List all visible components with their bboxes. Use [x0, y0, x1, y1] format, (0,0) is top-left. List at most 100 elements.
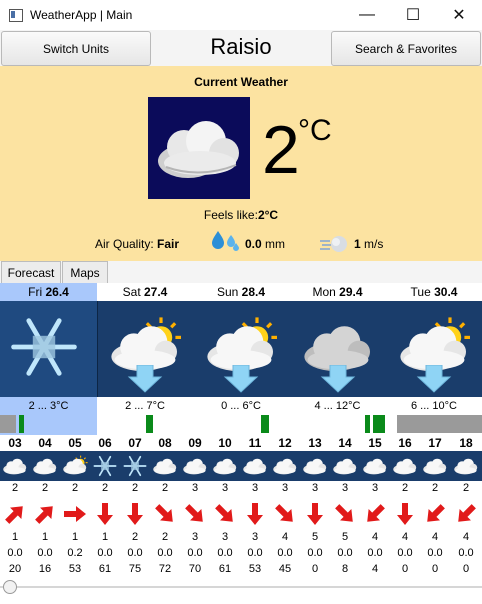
hourly-precip-probability: 4 — [371, 563, 379, 575]
cloudy-icon — [148, 97, 250, 199]
hourly-rain: 0.0 — [458, 547, 474, 559]
minimize-button[interactable]: — — [344, 0, 390, 30]
hour-label: 03 — [8, 436, 22, 450]
cloud-icon — [150, 451, 180, 481]
partly-cloudy-icon[interactable] — [386, 301, 482, 397]
hour-label: 05 — [68, 436, 82, 450]
hourly-wind: 4 — [371, 531, 379, 543]
hourly-wind: 1 — [11, 531, 19, 543]
day-header[interactable]: Tue 30.4 — [386, 283, 482, 301]
day-header[interactable]: Fri 26.4 — [0, 283, 97, 301]
tab-forecast[interactable]: Forecast — [1, 261, 61, 284]
tab-bar: Forecast Maps — [0, 261, 482, 284]
hourly-rain: 0.0 — [277, 547, 293, 559]
hourly-rain: 0.0 — [427, 547, 443, 559]
temperature-range-text: 6 ... 10°C — [411, 400, 457, 412]
wind-direction-arrow-icon — [120, 500, 150, 528]
wind-value: 1 — [354, 237, 361, 251]
hour-label: 14 — [338, 436, 352, 450]
hourly-precip-probability: 61 — [98, 563, 112, 575]
rain-drops-icon — [208, 229, 242, 253]
hour-label: 08 — [158, 436, 172, 450]
day-date: 30.4 — [434, 285, 458, 299]
day-header[interactable]: Sun 28.4 — [193, 283, 289, 301]
partly-cloudy-icon[interactable] — [97, 301, 193, 397]
hourly-precip-probability: 0 — [431, 563, 439, 575]
temperature-bar — [146, 415, 153, 433]
air-quality-label: Air Quality: — [95, 237, 154, 251]
hourly-precip-probability: 45 — [278, 563, 292, 575]
snow-icon — [120, 451, 150, 481]
rain-amount: 0.0 mm — [245, 237, 285, 251]
snow-icon[interactable] — [0, 301, 98, 397]
cloud-icon — [451, 451, 481, 481]
cloud-icon — [180, 451, 210, 481]
temperature-range-text: 2 ... 7°C — [125, 400, 165, 412]
temperature-bar — [373, 415, 385, 433]
maximize-button[interactable]: ☐ — [390, 0, 436, 30]
hourly-wind: 4 — [281, 531, 289, 543]
hourly-wind: 4 — [431, 531, 439, 543]
window-title: WeatherApp | Main — [30, 8, 133, 22]
cloud-icon — [240, 451, 270, 481]
hourly-rain: 0.0 — [337, 547, 353, 559]
timeline-slider[interactable] — [0, 578, 482, 604]
wind-direction-arrow-icon — [0, 500, 30, 528]
snow-icon — [90, 451, 120, 481]
hourly-wind: 1 — [71, 531, 79, 543]
daily-forecast-icons — [0, 301, 482, 397]
cloud-icon — [30, 451, 60, 481]
hourly-precip-probability: 75 — [128, 563, 142, 575]
hourly-temperature: 2 — [41, 482, 49, 494]
hour-label: 06 — [98, 436, 112, 450]
hourly-precip-probability: 72 — [158, 563, 172, 575]
hourly-wind: 1 — [101, 531, 109, 543]
temperature-range-text: 0 ... 6°C — [221, 400, 261, 412]
partly-cloudy-icon[interactable] — [193, 301, 289, 397]
city-name: Raisio — [210, 34, 272, 59]
search-favorites-button[interactable]: Search & Favorites — [331, 31, 481, 66]
hour-label: 04 — [38, 436, 52, 450]
hourly-precip-probability: 53 — [248, 563, 262, 575]
cloud-icon — [210, 451, 240, 481]
hourly-wind: 3 — [251, 531, 259, 543]
day-date: 28.4 — [241, 285, 266, 299]
app-icon — [9, 9, 23, 22]
close-button[interactable]: ✕ — [436, 0, 482, 30]
day-header[interactable]: Sat 27.4 — [97, 283, 193, 301]
cloudy-icon[interactable] — [289, 301, 386, 397]
header: Switch Units Raisio Search & Favorites — [0, 30, 482, 66]
hour-label: 12 — [278, 436, 292, 450]
wind-direction-arrow-icon — [90, 500, 120, 528]
hourly-precip-probability: 70 — [188, 563, 202, 575]
day-temperature-range: 4 ... 12°C — [289, 397, 386, 435]
hour-label: 07 — [128, 436, 142, 450]
hourly-temperature: 3 — [251, 482, 259, 494]
hourly-wind: 4 — [401, 531, 409, 543]
wind-speed: 1 m/s — [354, 237, 383, 251]
hourly-temperature: 2 — [131, 482, 139, 494]
hourly-precip-probability: 0 — [462, 563, 470, 575]
switch-units-button[interactable]: Switch Units — [1, 31, 151, 66]
wind-direction-arrow-icon — [420, 500, 450, 528]
day-name: Fri — [28, 285, 46, 299]
day-temperature-range: 2 ... 7°C — [97, 397, 193, 435]
hourly-rain: 0.0 — [217, 547, 233, 559]
hour-label: 09 — [188, 436, 202, 450]
slider-thumb[interactable] — [3, 580, 17, 594]
current-temperature: 2 — [262, 112, 300, 188]
hourly-rain: 0.0 — [397, 547, 413, 559]
day-header[interactable]: Mon 29.4 — [289, 283, 386, 301]
day-name: Tue — [410, 285, 435, 299]
tab-maps[interactable]: Maps — [62, 261, 108, 284]
hourly-rain: 0.0 — [127, 547, 143, 559]
wind-direction-arrow-icon — [300, 500, 330, 528]
hourly-precip-probability: 16 — [38, 563, 52, 575]
hour-label: 13 — [308, 436, 322, 450]
hourly-temperature: 2 — [71, 482, 79, 494]
hourly-rain: 0.0 — [307, 547, 323, 559]
day-headers: Fri 26.4 Sat 27.4 Sun 28.4 Mon 29.4 Tue 30.4 — [0, 283, 482, 301]
hourly-wind: 1 — [41, 531, 49, 543]
hourly-icons — [0, 451, 482, 481]
day-date: 26.4 — [45, 285, 69, 299]
